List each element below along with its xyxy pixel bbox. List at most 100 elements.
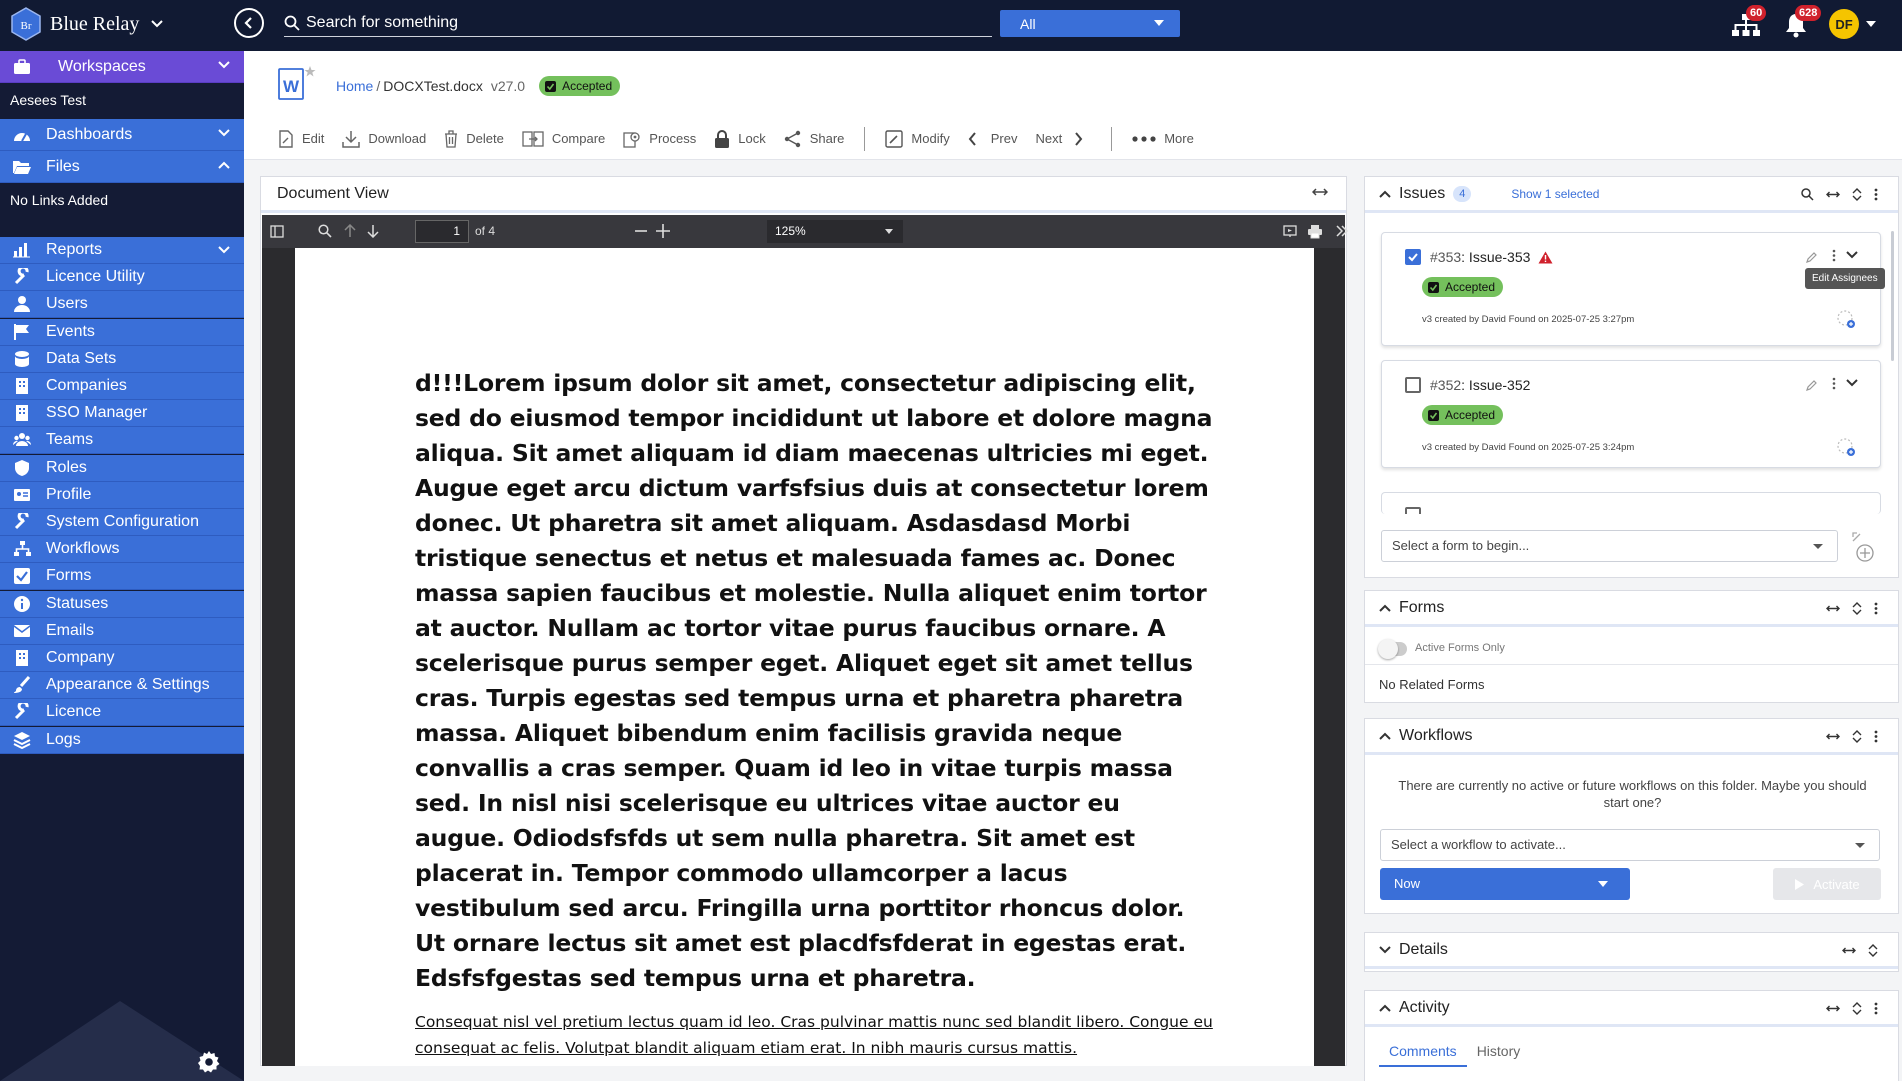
sidebar-item-licence-utility[interactable]: Licence Utility (0, 264, 244, 292)
search-scope-select[interactable]: All (1000, 10, 1180, 37)
workspace-name[interactable]: Aesees Test (10, 92, 86, 108)
issue-title[interactable]: #353 : Issue-353 (1430, 249, 1553, 265)
expand-vertical-icon[interactable] (1852, 1002, 1862, 1015)
search-box[interactable]: Search for something (284, 10, 992, 37)
compare-button[interactable]: Compare (522, 130, 605, 148)
modify-button[interactable]: Modify (885, 129, 950, 148)
issue-checkbox[interactable] (1405, 507, 1421, 514)
download-button[interactable]: Download (342, 130, 426, 148)
tab-comments[interactable]: Comments (1379, 1035, 1467, 1067)
sidebar-item-workflows[interactable]: Workflows (0, 536, 244, 564)
search-icon[interactable] (318, 224, 332, 238)
sidebar-item-licence[interactable]: Licence (0, 699, 244, 727)
search-input[interactable]: Search for something (306, 14, 458, 32)
next-button[interactable]: Next (1035, 131, 1091, 146)
search-icon[interactable] (1801, 188, 1814, 201)
expand-horizontal-icon[interactable] (1826, 190, 1840, 199)
issue-checkbox[interactable] (1405, 249, 1421, 265)
sidebar-item-forms[interactable]: Forms (0, 563, 244, 591)
active-forms-toggle[interactable] (1378, 639, 1407, 659)
pencil-icon[interactable] (1806, 251, 1818, 263)
chevron-up-icon[interactable] (1379, 732, 1391, 740)
add-form-icon[interactable] (1850, 531, 1876, 563)
arrow-down-icon[interactable] (367, 224, 379, 238)
issue-checkbox[interactable] (1405, 377, 1421, 393)
expand-vertical-icon[interactable] (1852, 730, 1862, 743)
app-switcher[interactable]: Br Blue Relay (10, 7, 164, 41)
presentation-icon[interactable] (1283, 225, 1297, 238)
arrow-up-icon[interactable] (344, 224, 356, 238)
lock-button[interactable]: Lock (714, 129, 766, 149)
issue-card[interactable]: #353 : Issue-353 Accepted v3 created by … (1381, 232, 1881, 346)
expand-vertical-icon[interactable] (1852, 602, 1862, 615)
chevron-down-icon[interactable] (1866, 21, 1876, 28)
prev-button[interactable]: Prev (968, 131, 1017, 146)
more-vertical-icon[interactable] (1832, 377, 1836, 390)
expand-horizontal-icon[interactable] (1826, 732, 1840, 741)
activate-button[interactable]: Activate (1773, 868, 1881, 900)
more-vertical-icon[interactable] (1874, 188, 1878, 201)
delete-button[interactable]: Delete (444, 129, 504, 148)
add-assignee-icon[interactable] (1836, 309, 1856, 329)
sidebar-item-users[interactable]: Users (0, 291, 244, 319)
more-vertical-icon[interactable] (1832, 249, 1836, 262)
print-icon[interactable] (1307, 224, 1323, 239)
chevron-up-icon[interactable] (1379, 190, 1391, 198)
chevron-down-icon[interactable] (1379, 946, 1391, 954)
page-number-input[interactable]: 1 (415, 220, 469, 243)
sidebar-toggle-icon[interactable] (270, 225, 284, 238)
issue-card[interactable]: #352 : Issue-352 Accepted v3 created by … (1381, 360, 1881, 468)
add-assignee-icon[interactable] (1836, 437, 1856, 457)
expand-vertical-icon[interactable] (1868, 944, 1878, 957)
zoom-in-icon[interactable] (656, 224, 670, 238)
chevron-down-icon[interactable] (1846, 251, 1858, 259)
breadcrumb-home-link[interactable]: Home (336, 78, 373, 94)
workflow-select[interactable]: Select a workflow to activate... (1380, 829, 1880, 861)
gear-icon[interactable] (198, 1051, 220, 1073)
chevron-up-icon[interactable] (1379, 1004, 1391, 1012)
sidebar-item-workspaces[interactable]: Workspaces (0, 51, 244, 83)
sidebar-item-reports[interactable]: Reports (0, 237, 244, 264)
sidebar-item-companies[interactable]: Companies (0, 373, 244, 400)
workflow-timing-select[interactable]: Now (1380, 868, 1630, 900)
sidebar-item-events[interactable]: Events (0, 318, 244, 346)
zoom-select[interactable]: 125% (767, 220, 903, 243)
chevron-up-icon[interactable] (1379, 604, 1391, 612)
process-button[interactable]: Process (623, 130, 696, 148)
double-chevron-right-icon[interactable] (1335, 225, 1349, 237)
sidebar-item-profile[interactable]: Profile (0, 481, 244, 509)
sidebar-item-dashboards[interactable]: Dashboards (0, 119, 244, 151)
back-button[interactable] (234, 8, 264, 38)
tab-history[interactable]: History (1467, 1035, 1531, 1067)
sidebar-item-files[interactable]: Files (0, 151, 244, 183)
sidebar-item-data-sets[interactable]: Data Sets (0, 345, 244, 373)
expand-vertical-icon[interactable] (1852, 188, 1862, 201)
sidebar-item-statuses[interactable]: Statuses (0, 590, 244, 618)
more-vertical-icon[interactable] (1874, 730, 1878, 743)
sidebar-item-appearance-settings[interactable]: Appearance & Settings (0, 672, 244, 700)
chevron-down-icon[interactable] (1846, 379, 1858, 387)
sidebar-item-emails[interactable]: Emails (0, 617, 244, 645)
expand-horizontal-icon[interactable] (1312, 187, 1328, 197)
expand-horizontal-icon[interactable] (1842, 946, 1856, 955)
sidebar-item-roles[interactable]: Roles (0, 454, 244, 482)
expand-horizontal-icon[interactable] (1826, 1004, 1840, 1013)
issue-card-partial[interactable] (1381, 492, 1881, 514)
user-avatar[interactable]: DF (1829, 9, 1859, 39)
pencil-icon[interactable] (1806, 379, 1818, 391)
sidebar-item-system-configuration[interactable]: System Configuration (0, 509, 244, 536)
sidebar-item-company[interactable]: Company (0, 645, 244, 672)
sidebar-item-sso-manager[interactable]: SSO Manager (0, 400, 244, 428)
zoom-out-icon[interactable] (635, 230, 647, 232)
edit-button[interactable]: Edit (278, 129, 324, 148)
sidebar-item-logs[interactable]: Logs (0, 726, 244, 754)
form-select[interactable]: Select a form to begin... (1381, 530, 1838, 562)
issues-scrollbar[interactable] (1891, 231, 1894, 361)
show-selected-link[interactable]: Show 1 selected (1511, 187, 1599, 201)
sidebar-item-teams[interactable]: Teams (0, 427, 244, 455)
pdf-canvas[interactable]: d!!!Lorem ipsum dolor sit amet, consecte… (262, 248, 1345, 1066)
share-button[interactable]: Share (784, 130, 844, 148)
issue-title[interactable]: #352 : Issue-352 (1430, 377, 1530, 393)
more-vertical-icon[interactable] (1874, 602, 1878, 615)
expand-horizontal-icon[interactable] (1826, 604, 1840, 613)
